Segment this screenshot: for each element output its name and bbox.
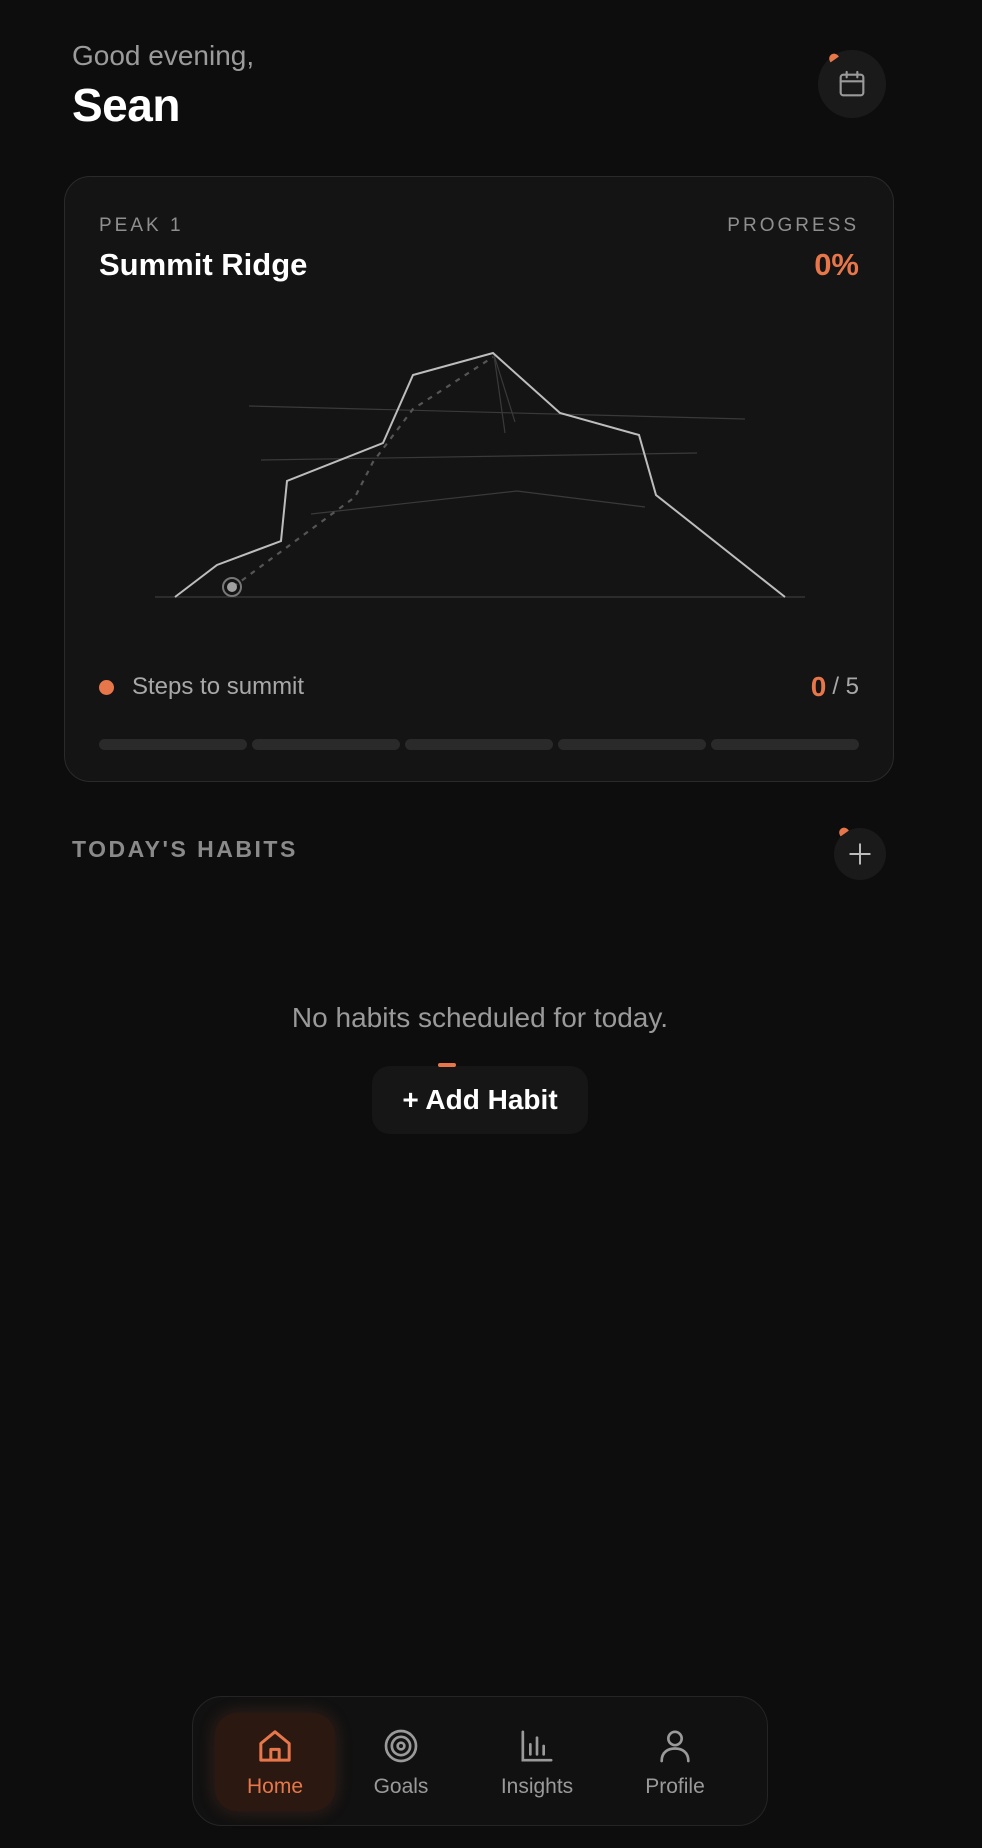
user-icon [660, 1730, 690, 1763]
bar-chart-icon [521, 1730, 553, 1762]
progress-segment [252, 739, 400, 750]
habits-section-title: TODAY'S HABITS [72, 836, 298, 862]
progress-segment [99, 739, 247, 750]
progress-segment [558, 739, 706, 750]
steps-done: 0 [810, 671, 827, 702]
add-habit-button[interactable]: + Add Habit [372, 1063, 588, 1134]
calendar-icon [839, 70, 865, 97]
add-habit-icon-button[interactable] [834, 825, 886, 880]
nav-label-profile: Profile [645, 1775, 705, 1798]
nav-label-goals: Goals [373, 1775, 429, 1798]
target-icon [384, 1729, 418, 1763]
steps-indicator-dot [99, 679, 114, 695]
nav-item-goals[interactable]: Goals [341, 1713, 461, 1811]
add-habit-label: + Add Habit [402, 1084, 558, 1115]
calendar-button[interactable] [818, 50, 886, 118]
plus-icon [849, 843, 871, 865]
bottom-nav: Home Goals Insights Profile [192, 1696, 768, 1826]
progress-segment [405, 739, 553, 750]
steps-label: Steps to summit [132, 673, 305, 700]
steps-row: Steps to summit 0 / 5 [99, 667, 859, 707]
accent-mark [827, 51, 839, 63]
nav-item-profile[interactable]: Profile [615, 1713, 735, 1811]
user-name: Sean [72, 79, 180, 131]
empty-habits-message: No habits scheduled for today. [291, 1002, 669, 1033]
greeting-text: Good evening, [72, 40, 255, 71]
accent-mark [837, 825, 849, 837]
steps-progress-bar [99, 739, 859, 750]
home-icon [259, 1730, 291, 1762]
nav-label-home: Home [246, 1775, 304, 1798]
nav-label-insights: Insights [500, 1775, 574, 1798]
greeting-header: Good evening, Sean [72, 40, 254, 132]
steps-total: / 5 [832, 673, 859, 700]
mountain-illustration [155, 351, 805, 598]
peak-card[interactable]: PEAK 1 Summit Ridge PROGRESS 0% Steps to… [64, 176, 894, 782]
nav-item-insights[interactable]: Insights [477, 1713, 597, 1811]
nav-item-home[interactable]: Home [215, 1713, 335, 1811]
progress-segment [711, 739, 859, 750]
accent-mark [438, 1063, 456, 1067]
